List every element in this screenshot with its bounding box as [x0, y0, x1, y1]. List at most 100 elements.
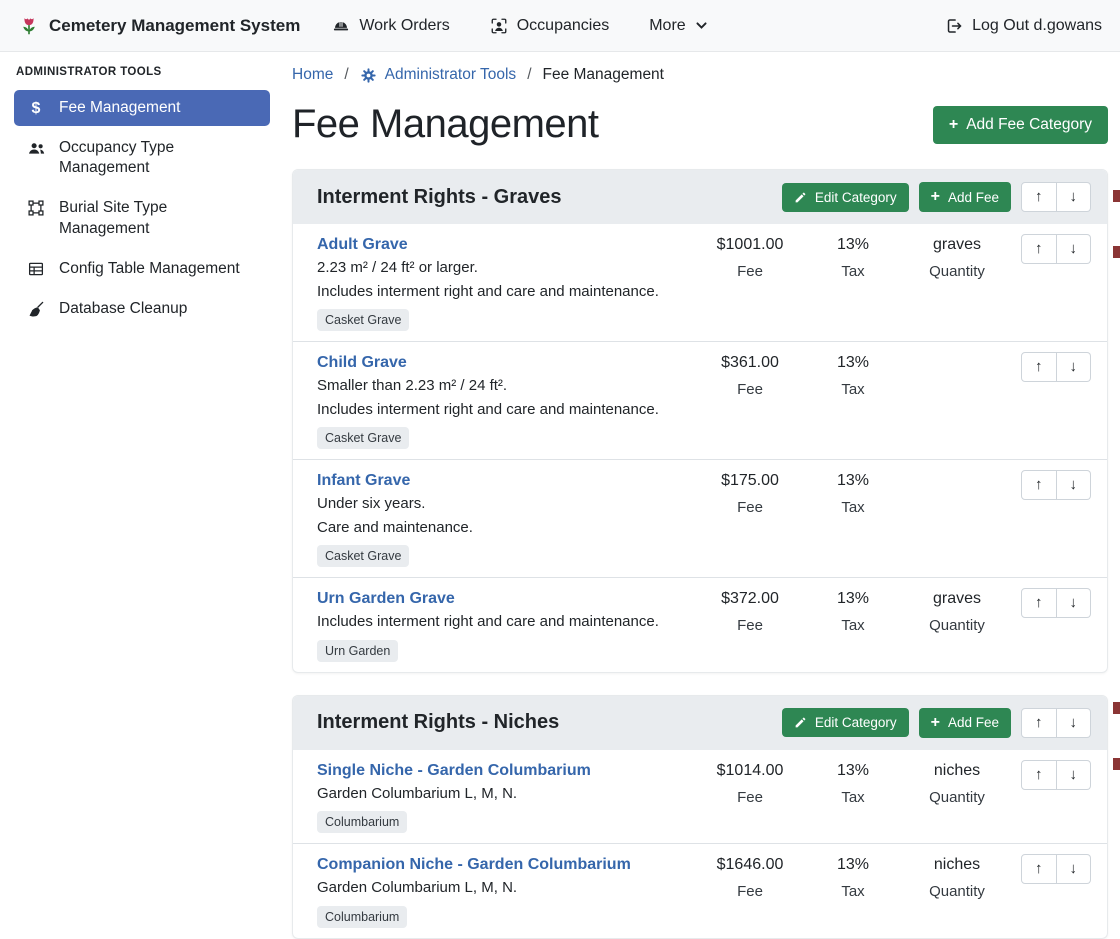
move-fee-down-button[interactable]: ↓ [1057, 588, 1092, 618]
fee-info: Adult Grave 2.23 m² / 24 ft² or larger.I… [317, 234, 695, 331]
fee-descriptions: 2.23 m² / 24 ft² or larger.Includes inte… [317, 257, 695, 303]
fee-tax-column: 13% Tax [805, 760, 901, 806]
fee-name-link[interactable]: Single Niche - Garden Columbarium [317, 760, 695, 782]
breadcrumb: Home / Administrator Tools / Fee Ma [292, 66, 1108, 84]
move-fee-up-button[interactable]: ↑ [1021, 588, 1057, 618]
tulip-logo-icon [18, 15, 40, 37]
dollar-icon: $ [26, 99, 46, 118]
breadcrumb-admin-tools-link[interactable]: Administrator Tools [360, 66, 517, 84]
fee-info: Infant Grave Under six years.Care and ma… [317, 470, 695, 567]
fee-amount-column: $1001.00 Fee [695, 234, 805, 280]
fee-quantity-column [901, 470, 1013, 477]
move-category-down-button[interactable]: ↓ [1057, 708, 1092, 738]
fee-quantity: graves [901, 588, 1013, 610]
app-brand[interactable]: Cemetery Management System [18, 15, 300, 37]
fee-row: Urn Garden Grave Includes interment righ… [293, 578, 1107, 672]
fee-tax: 13% [805, 588, 901, 610]
add-fee-label: Add Fee [948, 715, 999, 730]
fee-quantity: niches [901, 760, 1013, 782]
category-title: Interment Rights - Niches [317, 711, 559, 734]
fee-description: Garden Columbarium L, M, N. [317, 877, 695, 900]
fee-description: Under six years. [317, 493, 695, 516]
fee-descriptions: Smaller than 2.23 m² / 24 ft².Includes i… [317, 375, 695, 421]
fee-tax-label: Tax [805, 883, 901, 900]
breadcrumb-separator: / [527, 66, 531, 84]
move-category-up-button[interactable]: ↑ [1021, 708, 1057, 738]
add-fee-button[interactable]: + Add Fee [919, 182, 1011, 212]
category-header: Interment Rights - Niches Edit Category … [293, 696, 1107, 750]
category-actions: Edit Category + Add Fee ↑ ↓ [782, 182, 1091, 212]
move-fee-down-button[interactable]: ↓ [1057, 470, 1092, 500]
page-title: Fee Management [292, 102, 599, 147]
sidebar-item-occupancy-type-management[interactable]: Occupancy Type Management [14, 130, 270, 186]
nav-work-orders[interactable]: Work Orders [332, 17, 449, 35]
sidebar-item-burial-site-type-management[interactable]: Burial Site Type Management [14, 190, 270, 246]
fee-row: Adult Grave 2.23 m² / 24 ft² or larger.I… [293, 224, 1107, 342]
move-category-down-button[interactable]: ↓ [1057, 182, 1092, 212]
fee-tax-label: Tax [805, 381, 901, 398]
edit-category-button[interactable]: Edit Category [782, 708, 909, 737]
fee-tax-column: 13% Tax [805, 352, 901, 398]
nav-occupancies[interactable]: Occupancies [490, 17, 610, 35]
main-nav: Work Orders Occupancies More [332, 17, 707, 35]
edge-artifact [1113, 758, 1120, 770]
fee-name-link[interactable]: Companion Niche - Garden Columbarium [317, 854, 695, 876]
fee-amount: $175.00 [695, 470, 805, 492]
broom-icon [26, 300, 46, 319]
fee-name-link[interactable]: Adult Grave [317, 234, 695, 256]
fee-name-link[interactable]: Urn Garden Grave [317, 588, 695, 610]
nav-more[interactable]: More [649, 17, 707, 35]
move-fee-down-button[interactable]: ↓ [1057, 234, 1092, 264]
fee-quantity-column [901, 352, 1013, 359]
sidebar-item-fee-management[interactable]: $ Fee Management [14, 90, 270, 126]
chevron-down-icon [695, 19, 708, 32]
plus-icon: + [931, 715, 940, 731]
move-category-up-button[interactable]: ↑ [1021, 182, 1057, 212]
fee-tax-column: 13% Tax [805, 588, 901, 634]
fee-reorder-controls: ↑ ↓ [1021, 760, 1091, 790]
fee-tax: 13% [805, 234, 901, 256]
move-fee-up-button[interactable]: ↑ [1021, 352, 1057, 382]
fee-type-badge: Casket Grave [317, 309, 409, 331]
edit-category-button[interactable]: Edit Category [782, 183, 909, 212]
hard-hat-icon [332, 17, 350, 35]
fee-reorder-controls: ↑ ↓ [1021, 234, 1091, 264]
fee-quantity-column: niches Quantity [901, 760, 1013, 806]
move-fee-up-button[interactable]: ↑ [1021, 760, 1057, 790]
fee-descriptions: Garden Columbarium L, M, N. [317, 783, 695, 806]
add-fee-button[interactable]: + Add Fee [919, 708, 1011, 738]
fee-name-link[interactable]: Infant Grave [317, 470, 695, 492]
fee-descriptions: Garden Columbarium L, M, N. [317, 877, 695, 900]
fee-category-card: Interment Rights - Graves Edit Category … [292, 169, 1108, 673]
fee-info: Companion Niche - Garden Columbarium Gar… [317, 854, 695, 928]
fee-reorder-controls: ↑ ↓ [1021, 352, 1091, 382]
breadcrumb-home-link[interactable]: Home [292, 66, 333, 84]
fee-quantity-label: Quantity [901, 263, 1013, 280]
pencil-icon [794, 191, 807, 204]
fee-description: Includes interment right and care and ma… [317, 281, 695, 304]
fee-amount-label: Fee [695, 263, 805, 280]
fee-quantity: niches [901, 854, 1013, 876]
fee-quantity-column: graves Quantity [901, 588, 1013, 634]
sidebar-item-database-cleanup[interactable]: Database Cleanup [14, 291, 270, 327]
move-fee-down-button[interactable]: ↓ [1057, 352, 1092, 382]
sidebar-item-config-table-management[interactable]: Config Table Management [14, 251, 270, 287]
move-fee-up-button[interactable]: ↑ [1021, 470, 1057, 500]
move-fee-up-button[interactable]: ↑ [1021, 854, 1057, 884]
logout-button[interactable]: Log Out d.gowans [945, 17, 1102, 35]
fee-tax: 13% [805, 854, 901, 876]
move-fee-up-button[interactable]: ↑ [1021, 234, 1057, 264]
fee-tax-label: Tax [805, 263, 901, 280]
fee-tax: 13% [805, 352, 901, 374]
move-fee-down-button[interactable]: ↓ [1057, 854, 1092, 884]
fee-type-badge: Columbarium [317, 811, 407, 833]
move-fee-down-button[interactable]: ↓ [1057, 760, 1092, 790]
category-reorder-controls: ↑ ↓ [1021, 708, 1091, 738]
category-reorder-controls: ↑ ↓ [1021, 182, 1091, 212]
add-fee-category-button[interactable]: + Add Fee Category [933, 106, 1108, 144]
fee-amount: $361.00 [695, 352, 805, 374]
edge-artifact [1113, 246, 1120, 258]
fee-name-link[interactable]: Child Grave [317, 352, 695, 374]
edge-artifact [1113, 190, 1120, 202]
fee-reorder-controls: ↑ ↓ [1021, 588, 1091, 618]
